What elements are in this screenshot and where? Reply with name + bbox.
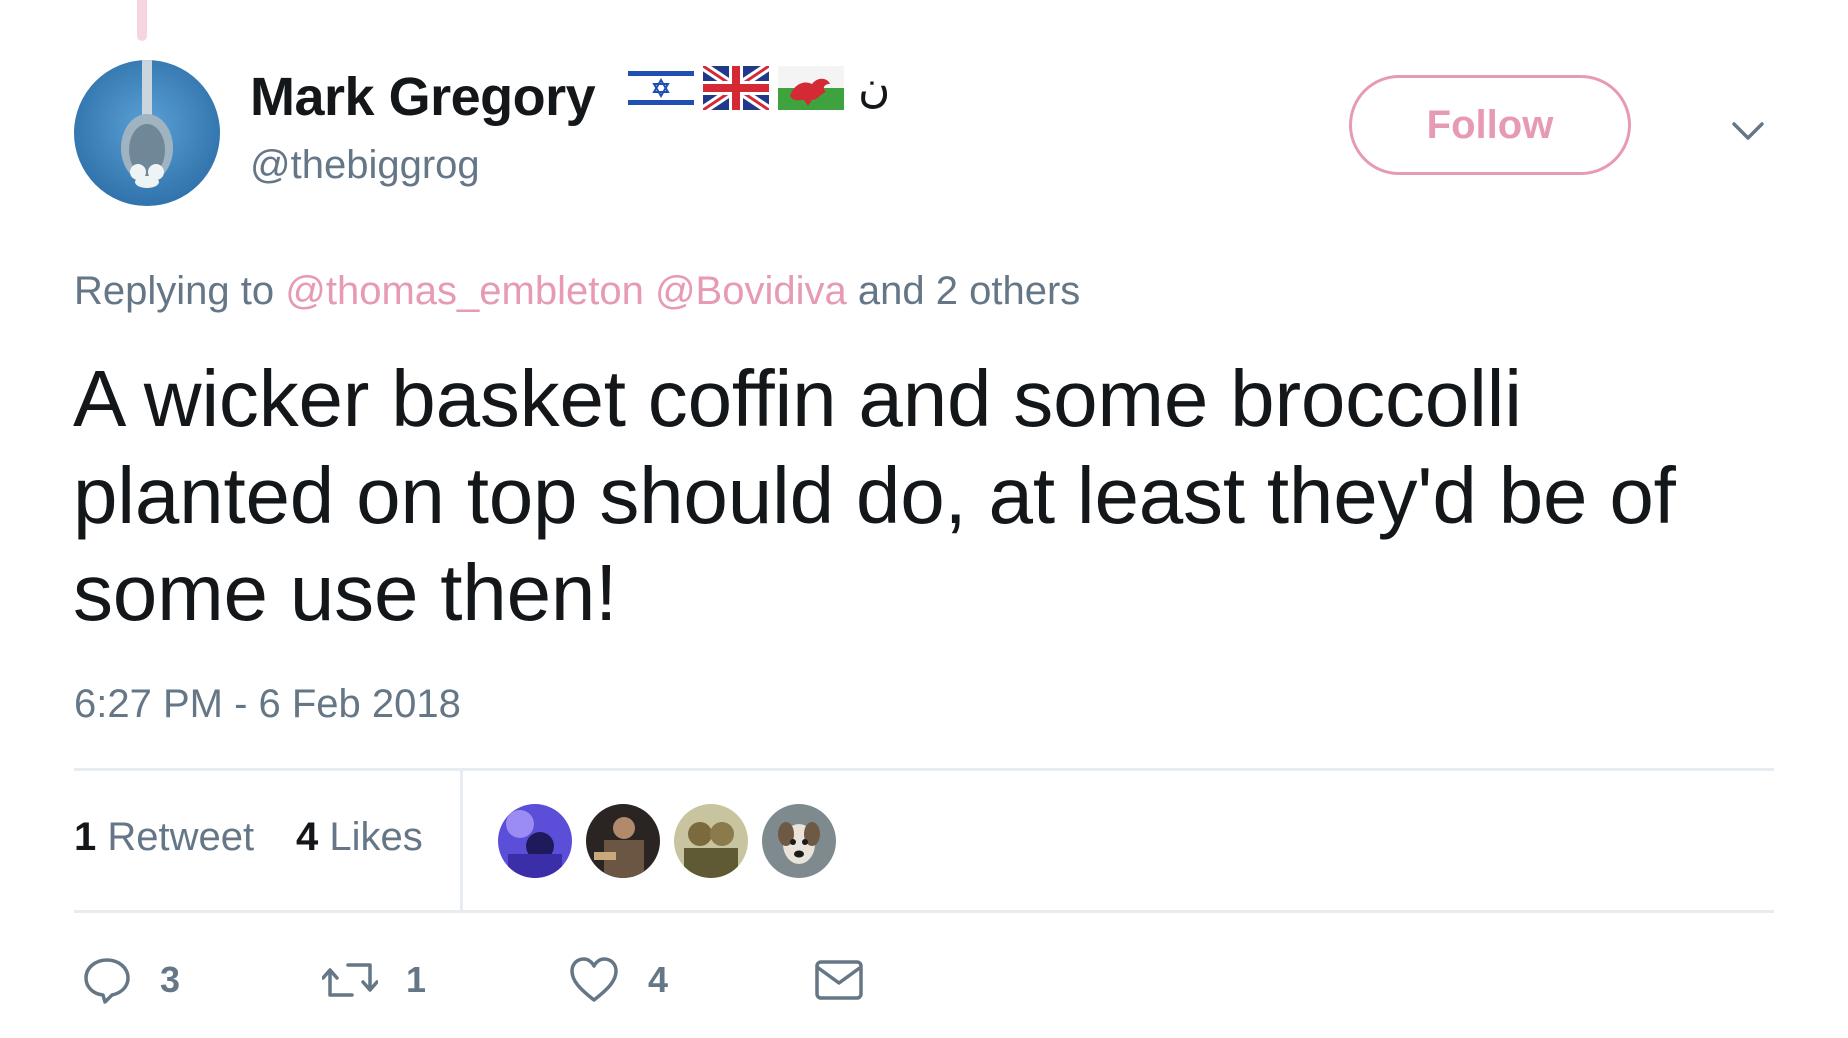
liker-avatar-2[interactable] <box>586 804 660 878</box>
reply-button[interactable]: 3 <box>82 950 180 1010</box>
retweet-stat[interactable]: 1 Retweet <box>74 817 254 857</box>
envelope-icon <box>815 960 863 1000</box>
divider <box>74 910 1774 913</box>
reply-bubble-icon <box>84 958 130 1004</box>
liker-avatar-4[interactable] <box>762 804 836 878</box>
likes-stat-label: Likes <box>329 815 423 859</box>
heart-icon <box>570 957 618 1002</box>
likes-stat-count: 4 <box>296 815 319 859</box>
retweet-stat-label: Retweet <box>107 815 255 859</box>
reply-context-prefix: Replying to <box>74 269 275 313</box>
liker-avatar-3[interactable] <box>674 804 748 878</box>
follow-button[interactable]: Follow <box>1349 75 1631 175</box>
like-count: 4 <box>648 959 669 1000</box>
tweet-action-bar: 3 1 4 <box>74 950 1074 1020</box>
like-button[interactable]: 4 <box>568 950 668 1010</box>
israel-flag-icon <box>628 66 694 110</box>
mention-link[interactable]: @thomas_embleton <box>285 269 644 313</box>
retweet-button[interactable]: 1 <box>322 950 426 1010</box>
spoon-avatar-image <box>74 60 220 206</box>
reply-count: 3 <box>160 959 181 1000</box>
direct-message-button[interactable] <box>814 950 864 1010</box>
union-jack-flag-icon <box>703 66 769 110</box>
reply-context: Replying to @thomas_embleton @Bovidiva a… <box>74 271 1080 311</box>
tweet-text: A wicker basket coffin and some broccoll… <box>73 354 1676 637</box>
retweet-icon <box>322 963 378 997</box>
author-handle[interactable]: @thebiggrog <box>250 145 480 185</box>
name-suffix-glyph: ن <box>858 62 891 113</box>
retweet-count: 1 <box>406 959 427 1000</box>
tweet-timestamp[interactable]: 6:27 PM - 6 Feb 2018 <box>74 684 461 724</box>
stats-divider <box>460 770 463 912</box>
retweet-stat-count: 1 <box>74 815 97 859</box>
author-avatar[interactable] <box>74 60 220 206</box>
author-display-name[interactable]: Mark Gregory <box>250 70 596 124</box>
liker-avatar-1[interactable] <box>498 804 572 878</box>
chevron-down-icon[interactable] <box>1728 112 1768 152</box>
likes-stat[interactable]: 4 Likes <box>296 817 423 857</box>
wales-flag-icon <box>778 66 844 110</box>
mention-link[interactable]: @Bovidiva <box>655 269 847 313</box>
thread-connector-line <box>137 0 147 41</box>
reply-context-others[interactable]: and 2 others <box>858 269 1080 313</box>
engagement-stats: 1 Retweet 4 Likes <box>74 770 1774 912</box>
